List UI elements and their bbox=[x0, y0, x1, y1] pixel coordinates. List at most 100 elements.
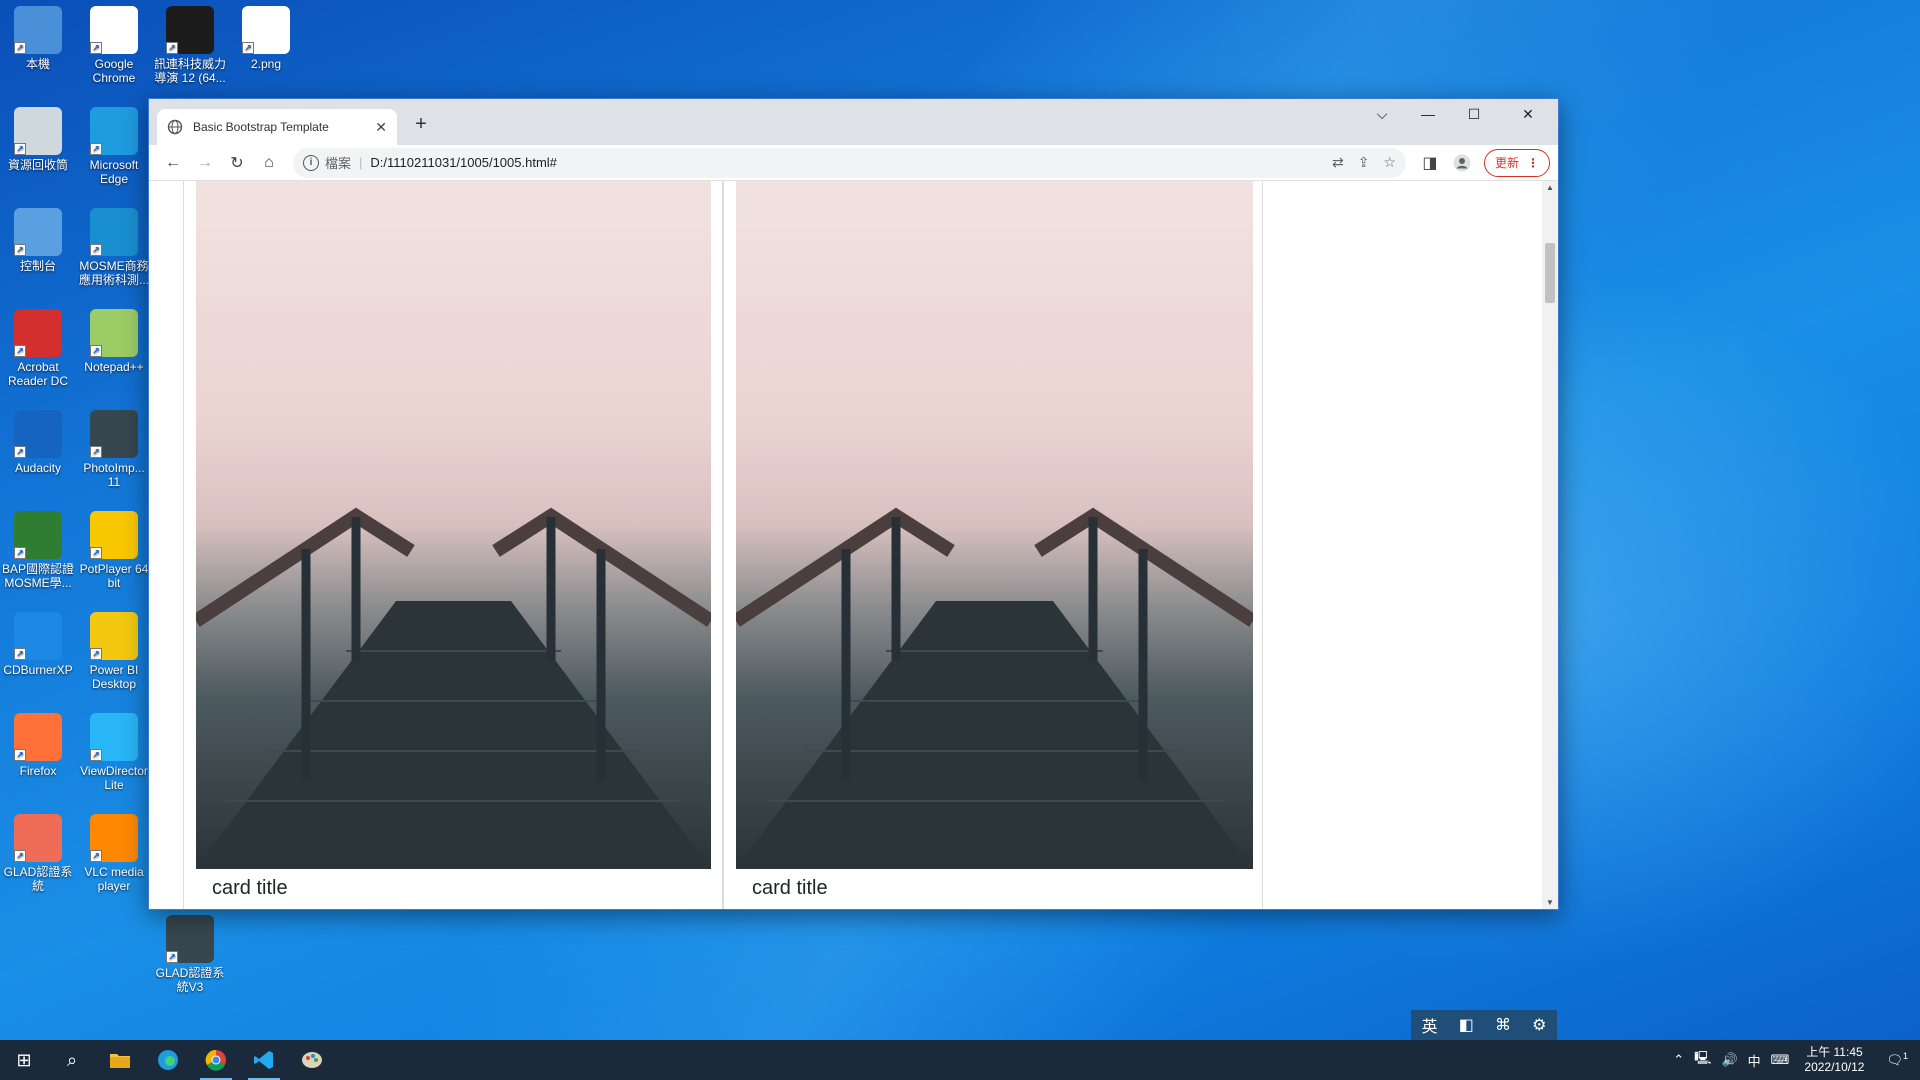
desktop-icon-label: GLAD認證系統 bbox=[3, 865, 73, 893]
card-image-bridge bbox=[736, 181, 1253, 869]
tab-basic-bootstrap-template[interactable]: Basic Bootstrap Template ✕ bbox=[157, 109, 397, 145]
update-label: 更新 bbox=[1494, 156, 1519, 170]
app-icon: ↗ bbox=[90, 410, 138, 458]
desktop-icon[interactable]: ↗ VLC media player bbox=[76, 814, 152, 893]
site-info-icon[interactable]: i bbox=[303, 154, 319, 171]
desktop-icon[interactable]: ↗ Microsoft Edge bbox=[76, 107, 152, 186]
desktop-icon[interactable]: ↗ 訊連科技威力導演 12 (64... bbox=[152, 6, 228, 85]
desktop-icon-label: VLC media player bbox=[84, 865, 144, 893]
maximize-button[interactable]: ☐ bbox=[1451, 99, 1497, 129]
tab-close-icon[interactable]: ✕ bbox=[375, 119, 387, 136]
scroll-up-arrow-icon[interactable]: ▲ bbox=[1542, 183, 1558, 192]
shortcut-arrow-icon: ↗ bbox=[90, 547, 102, 559]
vscode-taskbar-icon[interactable] bbox=[240, 1040, 288, 1080]
home-button[interactable]: ⌂ bbox=[253, 149, 285, 177]
desktop-icon[interactable]: ↗ ViewDirector Lite bbox=[76, 713, 152, 792]
desktop-icon[interactable]: ↗ GLAD認證系統V3 bbox=[152, 915, 228, 994]
chrome-taskbar-icon[interactable] bbox=[192, 1040, 240, 1080]
desktop-icon[interactable]: ↗ 資源回收筒 bbox=[0, 107, 76, 172]
desktop-icon[interactable]: ↗ BAP國際認證MOSME學... bbox=[0, 511, 76, 590]
search-icon[interactable]: ⌕ bbox=[48, 1040, 96, 1080]
system-tray: ⌃ 🖳 🔊 中 ⌨ 上午 11:45 2022/10/12 🗨1 bbox=[1668, 1040, 1920, 1080]
app-icon: ↗ bbox=[14, 713, 62, 761]
ime-language-button[interactable]: 英 bbox=[1422, 1013, 1438, 1037]
globe-icon bbox=[167, 119, 183, 135]
card-title: card title bbox=[212, 877, 288, 899]
start-button[interactable]: ⊞ bbox=[0, 1040, 48, 1080]
desktop-icon-label: Firefox bbox=[19, 764, 57, 778]
bridge-image bbox=[196, 507, 711, 869]
desktop-icon[interactable]: ↗ PhotoImp... 11 bbox=[76, 410, 152, 489]
volume-icon[interactable]: 🔊 bbox=[1716, 1052, 1742, 1068]
ime-mode-icon[interactable]: ⌨ bbox=[1766, 1052, 1795, 1068]
desktop-icon[interactable]: ↗ Google Chrome bbox=[76, 6, 152, 85]
reload-button[interactable]: ↻ bbox=[221, 149, 253, 177]
app-icon: ↗ bbox=[14, 6, 62, 54]
shortcut-arrow-icon: ↗ bbox=[90, 42, 102, 54]
desktop-icon[interactable]: ↗ 控制台 bbox=[0, 208, 76, 273]
bridge-image bbox=[736, 507, 1253, 869]
desktop-icon-label: 資源回收筒 bbox=[7, 158, 68, 172]
url-text[interactable]: D:/1110211031/1005/1005.html# bbox=[370, 155, 1318, 170]
clock[interactable]: 上午 11:45 2022/10/12 bbox=[1794, 1045, 1874, 1075]
edge-icon bbox=[158, 1050, 178, 1070]
app-icon: ↗ bbox=[242, 6, 290, 54]
side-panel-icon[interactable]: ◨ bbox=[1414, 149, 1446, 177]
address-scheme-label: 檔案 bbox=[325, 156, 352, 171]
address-bar[interactable]: i 檔案 | D:/1110211031/1005/1005.html# ⇄ ⇪… bbox=[293, 147, 1406, 178]
desktop-icon[interactable]: ↗ Notepad++ bbox=[76, 309, 152, 374]
ime-settings-icon[interactable]: ⚙ bbox=[1532, 1015, 1546, 1035]
edge-taskbar-icon[interactable] bbox=[144, 1040, 192, 1080]
close-window-button[interactable]: ✕ bbox=[1505, 99, 1551, 129]
desktop-icon[interactable]: ↗ Acrobat Reader DC bbox=[0, 309, 76, 388]
back-button[interactable]: ← bbox=[157, 149, 189, 177]
desktop-icon-label: Acrobat Reader DC bbox=[7, 360, 69, 388]
shortcut-arrow-icon: ↗ bbox=[14, 446, 26, 458]
bookmark-star-icon[interactable]: ☆ bbox=[1383, 154, 1396, 171]
file-explorer-icon[interactable] bbox=[96, 1040, 144, 1080]
share-icon[interactable]: ⇪ bbox=[1358, 154, 1370, 171]
scrollbar-thumb[interactable] bbox=[1545, 243, 1555, 303]
desktop-icon-label: BAP國際認證MOSME學... bbox=[1, 562, 74, 590]
app-icon: ↗ bbox=[14, 612, 62, 660]
forward-button[interactable]: → bbox=[189, 149, 221, 177]
profile-avatar[interactable] bbox=[1446, 149, 1478, 177]
app-icon: ↗ bbox=[90, 814, 138, 862]
card-image-bridge bbox=[196, 181, 711, 869]
desktop-icon[interactable]: ↗ PotPlayer 64 bit bbox=[76, 511, 152, 590]
vertical-scrollbar[interactable]: ▲ ▼ bbox=[1542, 181, 1558, 909]
desktop-icon[interactable]: ↗ Firefox bbox=[0, 713, 76, 778]
browser-toolbar: ← → ↻ ⌂ i 檔案 | D:/1110211031/1005/1005.h… bbox=[149, 145, 1558, 181]
desktop-icon[interactable]: ↗ 本機 bbox=[0, 6, 76, 71]
network-icon[interactable]: 🖳 bbox=[1689, 1049, 1716, 1071]
tab-search-dropdown-button[interactable]: ⌵ bbox=[1359, 99, 1405, 129]
translate-icon[interactable]: ⇄ bbox=[1332, 154, 1344, 171]
shortcut-arrow-icon: ↗ bbox=[14, 244, 26, 256]
desktop-icon[interactable]: ↗ 2.png bbox=[228, 6, 304, 71]
folder-icon bbox=[110, 1054, 130, 1068]
desktop-icon[interactable]: ↗ MOSME商務應用術科測... bbox=[76, 208, 152, 287]
desktop-icon-label: 控制台 bbox=[19, 259, 56, 273]
app-icon: ↗ bbox=[90, 208, 138, 256]
scroll-down-arrow-icon[interactable]: ▼ bbox=[1542, 898, 1558, 907]
notification-center-icon[interactable]: 🗨1 bbox=[1874, 1051, 1920, 1068]
minimize-button[interactable]: — bbox=[1405, 99, 1451, 129]
tray-chevron-icon[interactable]: ⌃ bbox=[1668, 1052, 1689, 1068]
desktop-icon-label: PhotoImp... 11 bbox=[83, 461, 145, 489]
clock-date: 2022/10/12 bbox=[1804, 1060, 1865, 1074]
input-method-button[interactable]: 中 bbox=[1743, 1051, 1766, 1070]
new-tab-button[interactable]: + bbox=[407, 113, 435, 136]
app-icon: ↗ bbox=[90, 511, 138, 559]
update-button[interactable]: 更新 ⋮ bbox=[1483, 148, 1550, 177]
shortcut-arrow-icon: ↗ bbox=[90, 648, 102, 660]
desktop-icon[interactable]: ↗ GLAD認證系統 bbox=[0, 814, 76, 893]
desktop-icon[interactable]: ↗ Audacity bbox=[0, 410, 76, 475]
shortcut-arrow-icon: ↗ bbox=[14, 143, 26, 155]
desktop-icon[interactable]: ↗ CDBurnerXP bbox=[0, 612, 76, 677]
ime-layout-icon[interactable]: ◧ bbox=[1459, 1015, 1474, 1035]
desktop-icon[interactable]: ↗ Power BI Desktop bbox=[76, 612, 152, 691]
shortcut-arrow-icon: ↗ bbox=[242, 42, 254, 54]
paint-taskbar-icon[interactable] bbox=[288, 1040, 336, 1080]
ime-tool-icon[interactable]: ⌘ bbox=[1495, 1015, 1511, 1035]
shortcut-arrow-icon: ↗ bbox=[14, 42, 26, 54]
